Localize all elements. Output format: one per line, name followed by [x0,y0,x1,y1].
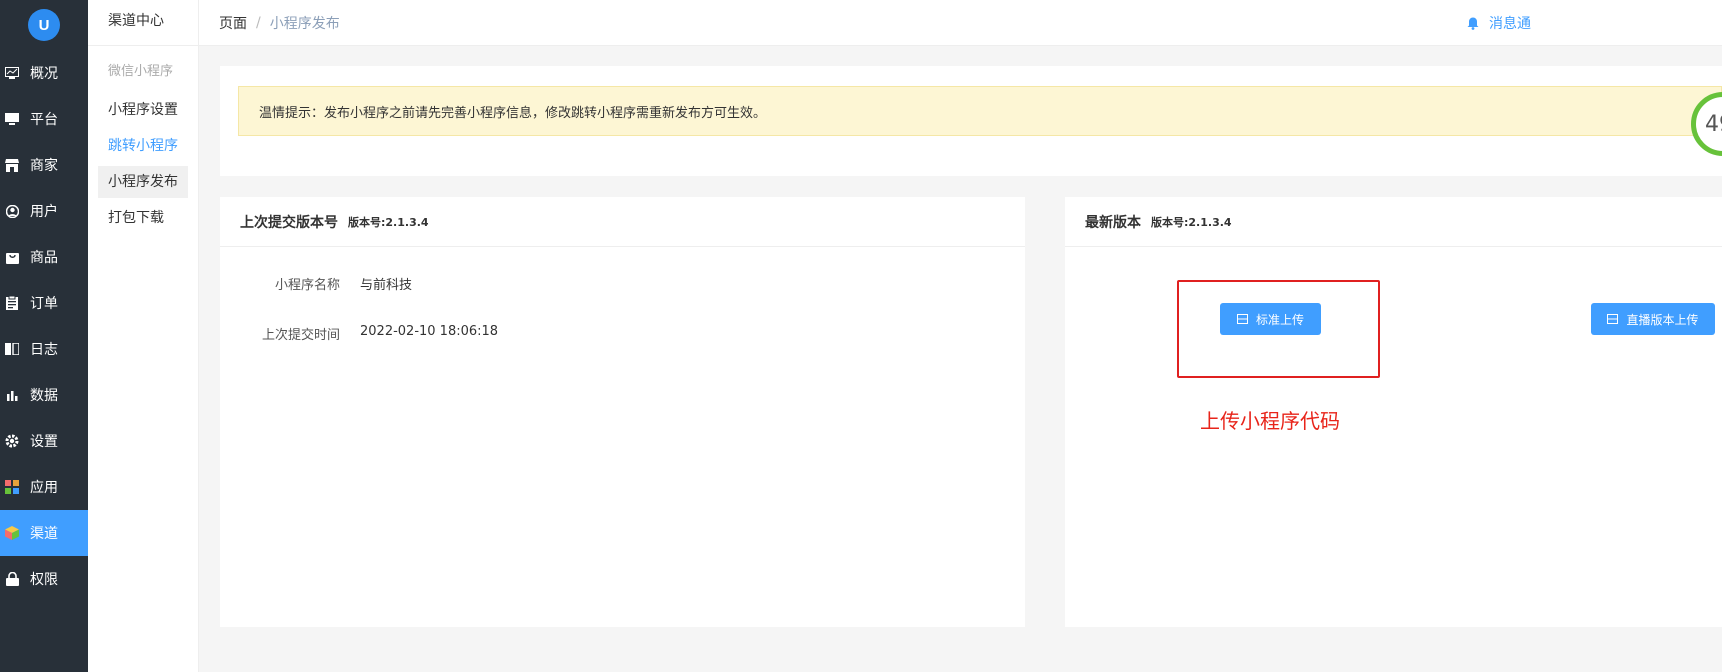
nav-item-permission[interactable]: 权限 [0,556,88,602]
info-row-time: 上次提交时间 2022-02-10 18:06:18 [220,324,498,343]
app-logo[interactable]: U [0,0,88,50]
card-header: 最新版本 版本号:2.1.3.4 [1065,197,1722,247]
lock-icon [4,571,20,587]
info-label: 小程序名称 [274,278,340,293]
notice-card: 温情提示：发布小程序之前请先完善小程序信息，修改跳转小程序需重新发布方可生效。 [220,66,1722,176]
ring-value: 49 [1705,111,1722,137]
upload-icon [1607,314,1619,324]
monitor-chart-icon [4,65,20,81]
breadcrumb-current: 小程序发布 [269,15,340,32]
nav-item-label: 概况 [30,66,58,82]
button-label: 直播版本上传 [1626,312,1699,327]
nav-item-label: 数据 [30,388,58,404]
nav-item-label: 商家 [30,158,58,174]
nav-item-overview[interactable]: 概况 [0,50,88,96]
nav-item-label: 设置 [30,434,58,450]
tip-banner: 温情提示：发布小程序之前请先完善小程序信息，修改跳转小程序需重新发布方可生效。 [238,86,1722,136]
submenu-item-package-download[interactable]: 打包下载 [98,202,188,234]
bag-icon [4,249,20,265]
nav-item-order[interactable]: 订单 [0,280,88,326]
info-row-name: 小程序名称 与前科技 [220,274,412,293]
submenu-item-jump-miniprogram[interactable]: 跳转小程序 [98,130,188,162]
info-label: 上次提交时间 [261,328,340,343]
nav-item-goods[interactable]: 商品 [0,234,88,280]
version-number: 版本号:2.1.3.4 [1151,215,1232,229]
card-title: 最新版本 [1085,214,1141,231]
info-value: 与前科技 [360,278,413,293]
message-link[interactable]: 消息通 [1467,0,1531,46]
submenu-group-label: 微信小程序 [108,64,174,79]
nav-item-label: 用户 [30,204,58,220]
nav-item-platform[interactable]: 平台 [0,96,88,142]
bell-icon [1467,17,1479,30]
message-label: 消息通 [1489,16,1531,32]
card-header: 上次提交版本号 版本号:2.1.3.4 [220,197,1025,247]
bar-chart-icon [4,387,20,403]
gear-icon [4,433,20,449]
logo-mark: U [28,9,60,41]
book-icon [4,341,20,357]
cube-icon [4,525,20,541]
desktop-icon [4,111,20,127]
clipboard-icon [4,295,20,311]
last-submit-card: 上次提交版本号 版本号:2.1.3.4 小程序名称 与前科技 上次提交时间 20… [220,197,1025,627]
nav-item-data[interactable]: 数据 [0,372,88,418]
submenu-item-miniprogram-settings[interactable]: 小程序设置 [98,94,188,126]
nav-item-log[interactable]: 日志 [0,326,88,372]
nav-item-label: 渠道 [30,526,58,542]
version-number: 版本号:2.1.3.4 [348,215,429,229]
tip-text: 温情提示：发布小程序之前请先完善小程序信息，修改跳转小程序需重新发布方可生效。 [259,105,767,121]
submenu-title: 渠道中心 [88,0,198,46]
user-icon [4,203,20,219]
nav-item-label: 日志 [30,342,58,358]
channel-submenu: 渠道中心 微信小程序 小程序设置 跳转小程序 小程序发布 打包下载 [88,0,199,672]
nav-item-label: 订单 [30,296,58,312]
latest-version-card: 最新版本 版本号:2.1.3.4 [1065,197,1722,627]
nav-item-label: 平台 [30,112,58,128]
annotation-caption: 上传小程序代码 [1200,409,1340,433]
main-nav-rail: U 概况 平台 商家 用户 商品 订单 日志 数据 设置 应用 渠道 权限 [0,0,88,672]
nav-item-user[interactable]: 用户 [0,188,88,234]
grid-apps-icon [4,479,20,495]
card-title: 上次提交版本号 [240,214,338,231]
nav-item-label: 应用 [30,480,58,496]
info-value: 2022-02-10 18:06:18 [360,324,499,339]
annotation-highlight-box [1177,280,1380,378]
nav-item-apps[interactable]: 应用 [0,464,88,510]
nav-item-label: 商品 [30,250,58,266]
submenu-item-miniprogram-publish[interactable]: 小程序发布 [98,166,188,198]
live-version-upload-button[interactable]: 直播版本上传 [1591,303,1715,335]
breadcrumb-separator: / [256,14,261,31]
nav-item-label: 权限 [30,572,58,588]
nav-item-merchant[interactable]: 商家 [0,142,88,188]
store-icon [4,157,20,173]
breadcrumb-root[interactable]: 页面 [219,13,247,33]
nav-item-settings[interactable]: 设置 [0,418,88,464]
nav-item-channel[interactable]: 渠道 [0,510,88,556]
